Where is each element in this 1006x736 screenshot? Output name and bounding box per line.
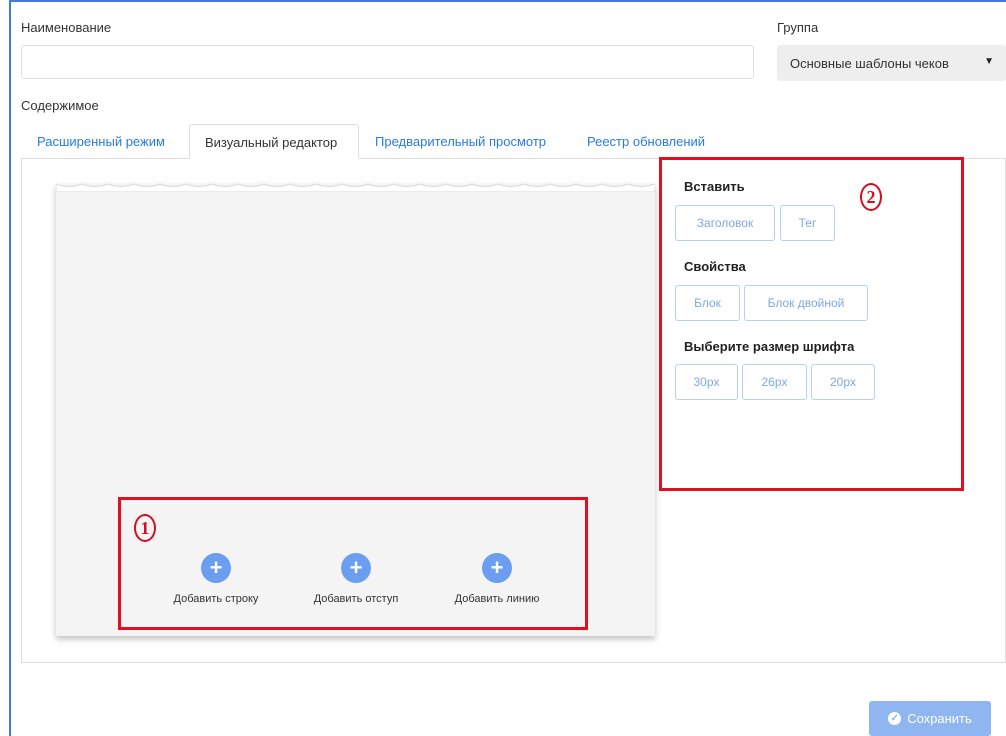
tab-advanced-mode[interactable]: Расширенный режим [37,124,165,159]
name-input[interactable] [21,45,754,79]
window-border-left [9,0,11,736]
receipt-torn-edge [56,183,655,192]
group-select-value: Основные шаблоны чеков [790,55,949,71]
save-button[interactable]: ✓ Сохранить [869,701,991,736]
window-border-top [9,0,1006,2]
annotation-box-1 [118,497,588,630]
tab-preview[interactable]: Предварительный просмотр [375,124,546,159]
tab-visual-editor[interactable]: Визуальный редактор [189,124,359,159]
name-label: Наименование [21,20,112,35]
check-circle-icon: ✓ [888,712,902,725]
tab-update-registry[interactable]: Реестр обновлений [587,124,705,159]
caret-down-icon: ▼ [984,56,994,67]
annotation-marker-2: 2 [860,183,882,211]
group-select[interactable]: Основные шаблоны чеков ▼ [777,45,1006,81]
annotation-marker-1: 1 [134,514,156,542]
annotation-box-2 [659,157,964,491]
group-label: Группа [777,20,819,35]
save-button-label: Сохранить [907,711,972,726]
content-label: Содержимое [21,98,99,113]
